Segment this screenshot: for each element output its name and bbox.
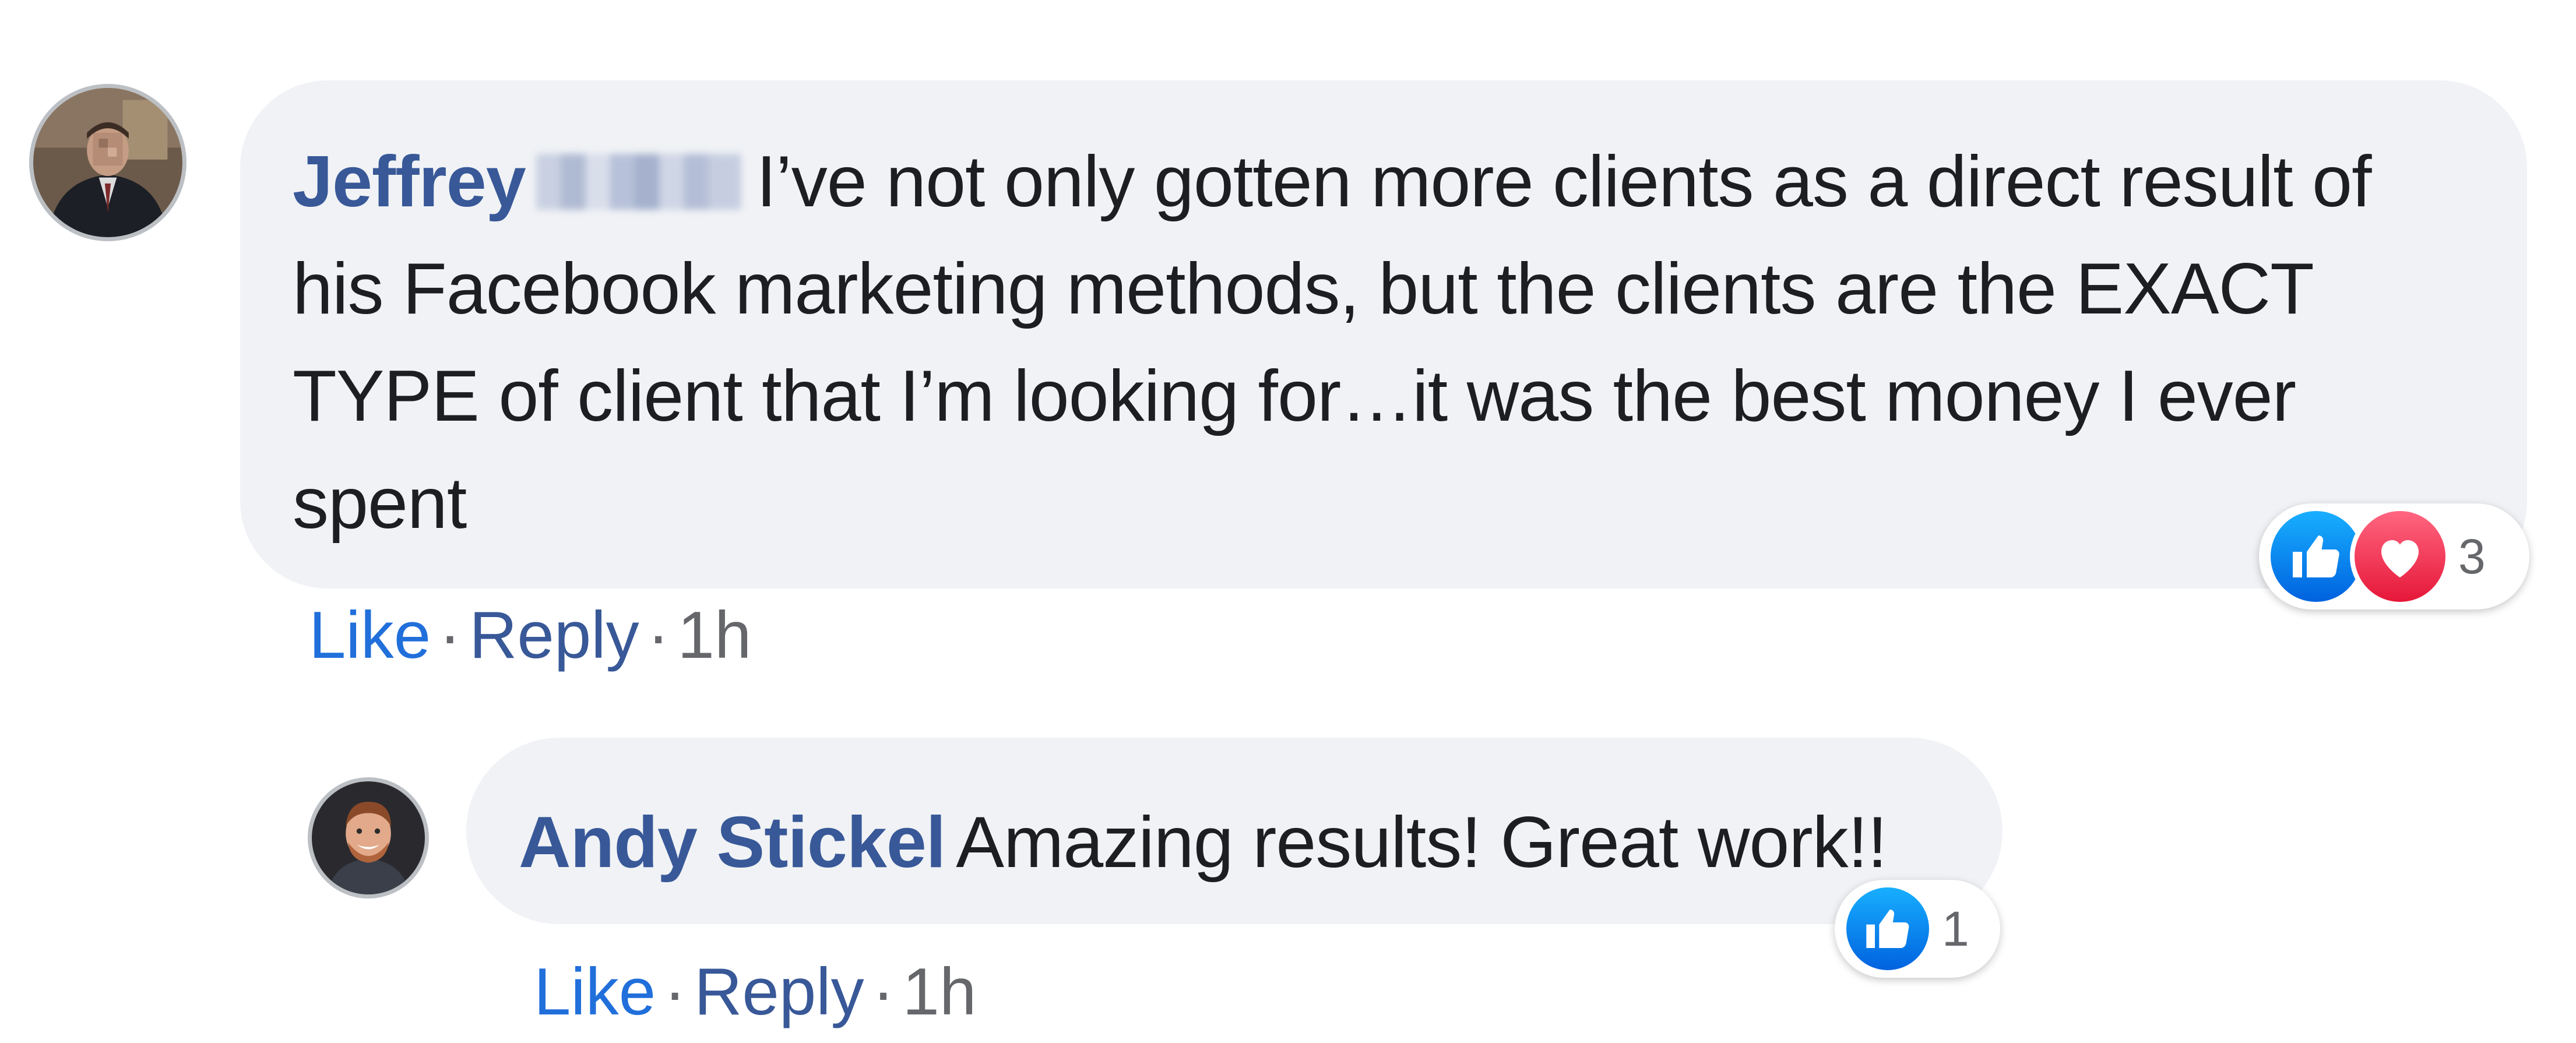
comment-author[interactable]: Jeffrey <box>293 142 526 222</box>
timestamp[interactable]: 1h <box>678 598 752 672</box>
reply-link[interactable]: Reply <box>694 955 864 1029</box>
author-lastname-redaction <box>536 154 741 210</box>
like-link[interactable]: Like <box>309 598 431 672</box>
reply-actions: Like · Reply · 1h <box>534 954 976 1030</box>
separator-dot: · <box>647 598 670 672</box>
love-icon <box>2350 506 2450 607</box>
comment-actions: Like · Reply · 1h <box>309 598 751 674</box>
reaction-count: 3 <box>2458 528 2486 584</box>
reply-link[interactable]: Reply <box>469 598 639 672</box>
reply-text: Amazing results! Great work!! <box>956 802 1887 883</box>
reply-reaction-summary[interactable]: 1 <box>1835 880 2000 978</box>
comment-bubble: Jeffrey I’ve not only gotten more clients… <box>240 80 2527 589</box>
separator-dot: · <box>664 955 687 1029</box>
reply-author[interactable]: Andy Stickel <box>519 802 946 883</box>
like-link[interactable]: Like <box>534 955 656 1029</box>
reply-bubble: Andy Stickel Amazing results! Great work!… <box>466 738 2003 924</box>
timestamp[interactable]: 1h <box>903 955 977 1029</box>
separator-dot: · <box>872 955 895 1029</box>
reaction-count: 1 <box>1942 901 1969 956</box>
comment-body: Jeffrey I’ve not only gotten more clients… <box>293 128 2475 557</box>
avatar-jeffrey[interactable] <box>29 84 186 241</box>
profile-photo <box>33 88 182 237</box>
reply-body: Andy Stickel Amazing results! Great work!… <box>519 789 1947 896</box>
like-icon <box>1842 883 1934 975</box>
profile-photo <box>312 781 425 894</box>
avatar-andy-stickel[interactable] <box>308 777 429 898</box>
reaction-summary[interactable]: 3 <box>2259 503 2529 609</box>
separator-dot: · <box>439 598 462 672</box>
